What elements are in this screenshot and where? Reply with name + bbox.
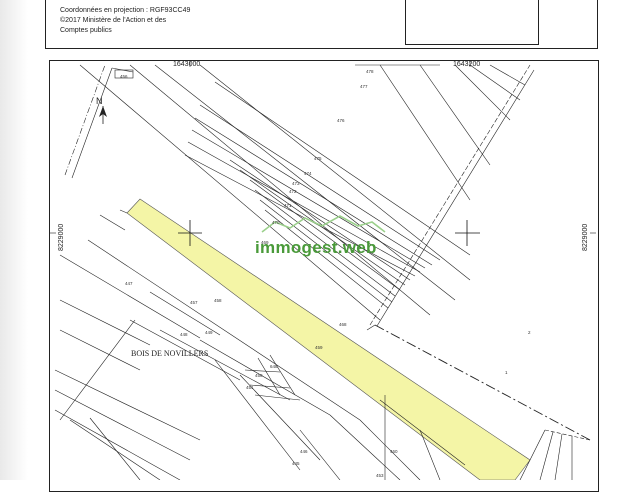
parcel-label: 468: [339, 322, 347, 327]
parcel-label: 476: [337, 118, 345, 123]
parcel-label: 473: [292, 181, 300, 186]
parcel-label: 648: [270, 364, 278, 369]
parcel-label: 472: [289, 189, 297, 194]
parcel-label: 477: [360, 84, 368, 89]
parcel-label: 475: [314, 156, 322, 161]
parcel-label: 458: [214, 298, 222, 303]
parcel-label: 446: [300, 449, 308, 454]
parcel-label: 460: [390, 449, 398, 454]
parcel-label: 1: [505, 370, 508, 375]
coord-y-left: 8229000: [58, 223, 65, 251]
parcel-label: 447: [125, 281, 133, 286]
parcel-label: 469: [261, 240, 269, 245]
parcel-label: 450: [255, 373, 263, 378]
coord-x-left: 1643000: [173, 61, 201, 68]
place-name-label: BOIS DE NOVILLERS: [131, 349, 209, 358]
north-arrow-icon: [99, 106, 107, 124]
parcel-label: 457: [190, 300, 198, 305]
parcel-label: 451: [246, 385, 254, 390]
watermark-text: immogest.web: [255, 238, 377, 257]
parcel-label: 470: [272, 220, 280, 225]
parcel-label: 471: [284, 203, 292, 208]
parcel-label: 445: [292, 461, 300, 466]
parcel-label: 2: [528, 330, 531, 335]
north-label: N: [96, 96, 103, 106]
coord-x-right: 1643200: [453, 61, 481, 68]
parcel-label: 448: [180, 332, 188, 337]
parcel-label: 474: [304, 171, 312, 176]
parcel-label: 449: [205, 330, 213, 335]
parcel-label: 459: [315, 345, 323, 350]
parcel-label: 478: [366, 69, 374, 74]
watermark-logo-icon: [261, 215, 386, 233]
coord-y-right: 8229000: [582, 223, 589, 251]
parcel-label: 453: [376, 473, 384, 478]
parcel-label: 456: [120, 74, 128, 79]
